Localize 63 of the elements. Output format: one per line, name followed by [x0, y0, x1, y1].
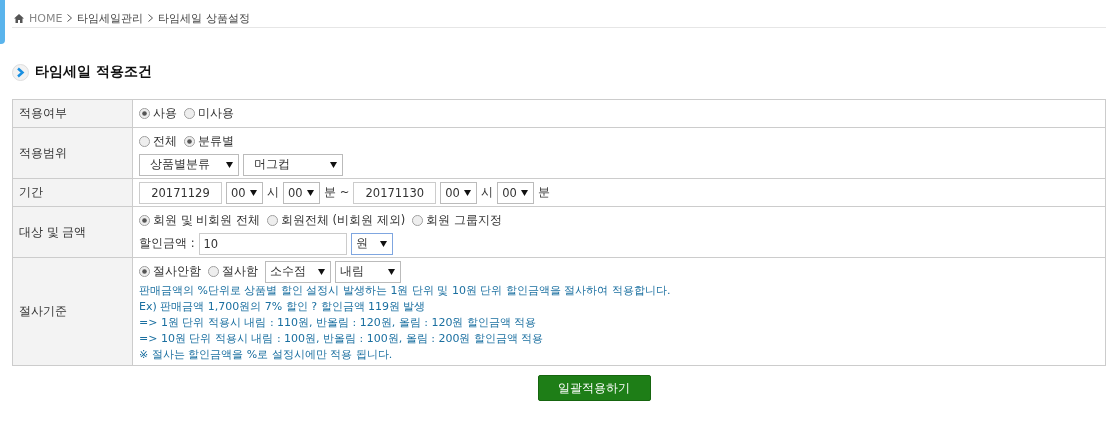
- help-text: ※ 절사는 할인금액을 %로 설정시에만 적용 됩니다.: [139, 347, 393, 363]
- dropdown[interactable]: 00: [283, 181, 320, 204]
- caret-icon: [330, 161, 337, 168]
- field-label: 시: [481, 185, 494, 200]
- field-label: 할인금액 :: [139, 236, 195, 251]
- input-field[interactable]: 20171130: [353, 181, 437, 204]
- caret-icon: [318, 268, 325, 275]
- row-label: 대상 및 금액: [12, 206, 133, 258]
- section-title: 타임세일 적용조건: [35, 63, 152, 81]
- help-text: => 10원 단위 적용시 내림 : 100원, 반올림 : 100원, 올림 : 200원 할인금액 적용: [139, 331, 544, 347]
- row-label: 절사기준: [12, 257, 133, 366]
- dropdown[interactable]: 소수점: [265, 260, 331, 283]
- chevron-icon: [148, 14, 154, 22]
- help-text: Ex) 판매금액 1,700원의 7% 할인 ? 할인금액 119원 발생: [139, 299, 426, 315]
- radio-button[interactable]: [139, 215, 150, 226]
- caret-icon: [388, 268, 395, 275]
- radio-button[interactable]: [208, 266, 219, 277]
- option-label: 절사함: [222, 264, 258, 279]
- caret-icon: [464, 189, 472, 196]
- input-field[interactable]: 10: [198, 232, 347, 255]
- breadcrumb-link[interactable]: 타임세일 상품설정: [158, 10, 250, 26]
- row-label: 적용범위: [12, 127, 133, 179]
- radio-button[interactable]: [139, 136, 150, 147]
- dropdown[interactable]: 00: [497, 181, 535, 204]
- dropdown[interactable]: 00: [226, 181, 263, 204]
- radio-button[interactable]: [184, 108, 195, 119]
- help-text: 판매금액의 %단위로 상품별 할인 설정시 발생하는 1원 단위 및 10원 단위 할인금액을 절사하여 적용합니다.: [139, 283, 671, 299]
- dropdown[interactable]: 머그컵: [243, 153, 343, 176]
- breadcrumb-link[interactable]: HOME: [29, 11, 63, 25]
- row-label: 기간: [12, 178, 133, 207]
- option-label: 회원 그룹지정: [426, 213, 502, 228]
- radio-button[interactable]: [412, 215, 424, 226]
- option-label: 절사안함: [153, 264, 201, 279]
- row-label: 적용여부: [12, 99, 133, 128]
- option-label: 사용: [153, 106, 177, 121]
- home-icon: [14, 13, 24, 23]
- option-label: 회원 및 비회원 전체: [153, 213, 260, 228]
- option-label: 분류별: [198, 134, 234, 149]
- caret-icon: [250, 189, 257, 196]
- dropdown[interactable]: 내림: [335, 260, 401, 283]
- dropdown[interactable]: 00: [440, 181, 478, 204]
- breadcrumb-link[interactable]: 타임세일관리: [77, 10, 144, 26]
- input-field[interactable]: 20171129: [139, 181, 222, 204]
- caret-icon: [307, 189, 314, 196]
- field-label: 분 ~: [324, 185, 350, 200]
- dropdown[interactable]: 원: [350, 232, 393, 255]
- arrow-bullet-icon: [12, 63, 29, 81]
- option-label: 전체: [153, 134, 177, 149]
- apply-button[interactable]: 일괄적용하기: [537, 375, 651, 401]
- caret-icon: [226, 161, 233, 168]
- dropdown[interactable]: 상품별분류: [139, 153, 239, 176]
- caret-icon: [379, 240, 387, 247]
- radio-button[interactable]: [266, 215, 278, 226]
- option-label: 회원전체 (비회원 제외): [280, 213, 406, 228]
- radio-button[interactable]: [184, 136, 195, 147]
- field-label: 시: [267, 185, 279, 200]
- option-label: 미사용: [198, 106, 234, 121]
- caret-icon: [521, 189, 529, 196]
- radio-button[interactable]: [139, 266, 150, 277]
- chevron-icon: [67, 14, 73, 22]
- radio-button[interactable]: [139, 108, 150, 119]
- field-label: 분: [538, 185, 551, 200]
- help-text: => 1원 단위 적용시 내림 : 110원, 반올림 : 120원, 올림 : 120원 할인금액 적용: [139, 315, 537, 331]
